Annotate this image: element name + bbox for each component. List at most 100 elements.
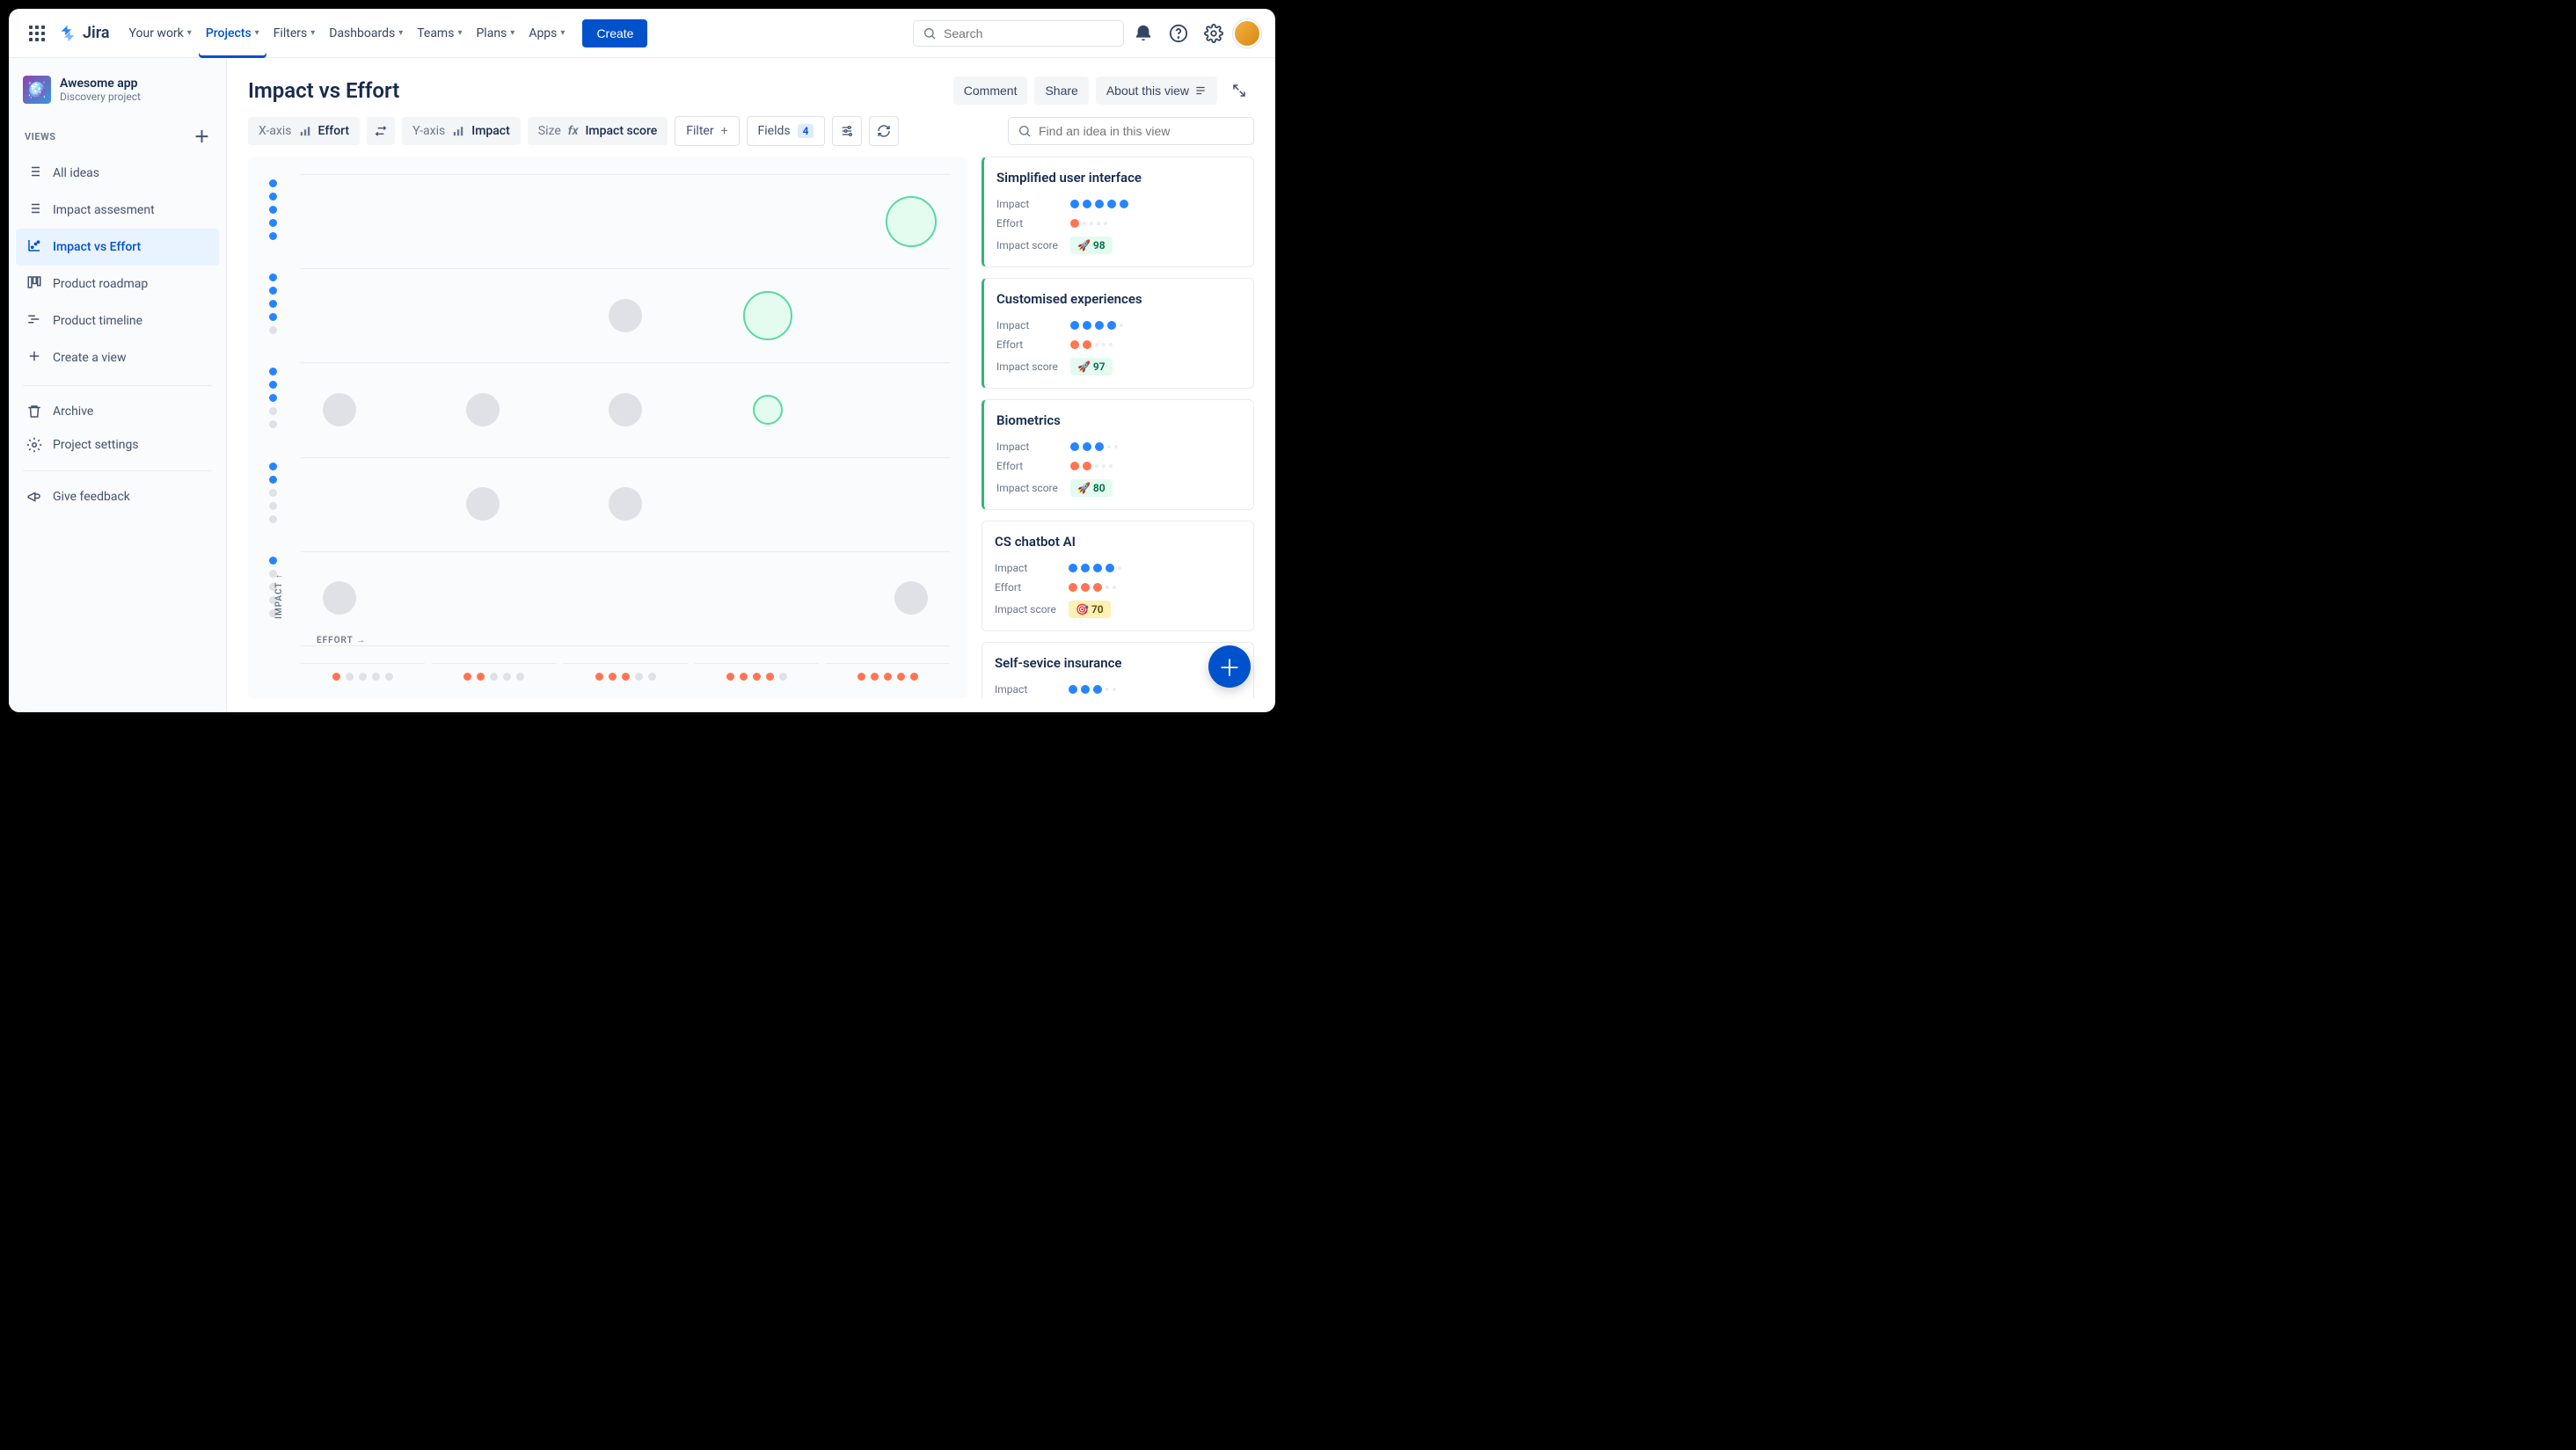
about-view-label: About this view: [1106, 84, 1189, 98]
refresh-icon: [877, 124, 891, 138]
list-icon: [26, 164, 42, 183]
impact-dots: [1069, 685, 1116, 694]
bars-icon: [452, 125, 464, 137]
idea-card[interactable]: Simplified user interfaceImpactEffortImp…: [982, 157, 1254, 267]
share-button[interactable]: Share: [1034, 77, 1088, 105]
chart-bubble[interactable]: [886, 196, 937, 247]
search-icon: [1018, 124, 1032, 138]
fullscreen-button[interactable]: [1224, 76, 1254, 106]
sidebar-feedback[interactable]: Give feedback: [16, 480, 219, 514]
views-heading: VIEWS: [25, 131, 56, 142]
create-button[interactable]: Create: [582, 19, 647, 47]
sidebar-item-impact-vs-effort[interactable]: Impact vs Effort: [16, 229, 219, 266]
nav-plans[interactable]: Plans▾: [469, 9, 522, 58]
comment-button[interactable]: Comment: [953, 77, 1028, 105]
x-axis-label: EFFORT: [317, 636, 353, 645]
sidebar-item-label: Archive: [53, 404, 93, 419]
avatar[interactable]: [1233, 19, 1261, 47]
chevron-down-icon: ▾: [398, 28, 403, 38]
impact-dots: [1070, 200, 1128, 208]
chevron-down-icon: ▾: [255, 28, 259, 38]
impact-dots: [1070, 442, 1118, 451]
chart-bubble[interactable]: [609, 393, 642, 426]
refresh-button[interactable]: [869, 116, 899, 146]
impact-score-chip: 🚀 97: [1070, 358, 1113, 375]
idea-card[interactable]: Customised experiencesImpactEffortImpact…: [982, 278, 1254, 389]
chart-bubble[interactable]: [323, 581, 356, 615]
about-view-button[interactable]: About this view: [1096, 77, 1217, 105]
chart-bubble[interactable]: [609, 487, 642, 521]
sidebar: 🪩 Awesome app Discovery project VIEWS ＋ …: [9, 58, 227, 712]
card-title: Self-sevice insurance: [995, 655, 1241, 671]
board-icon: [26, 274, 42, 294]
find-idea-input[interactable]: [1039, 124, 1244, 138]
card-title: Customised experiences: [996, 291, 1241, 307]
chart-bubble[interactable]: [743, 291, 792, 340]
sidebar-item-product-timeline[interactable]: Product timeline: [16, 302, 219, 339]
chart-bubble[interactable]: [466, 487, 500, 521]
nav-your-work[interactable]: Your work▾: [122, 9, 199, 58]
create-fab[interactable]: ＋: [1208, 645, 1251, 688]
size-chip[interactable]: Size fx Impact score: [528, 117, 668, 145]
idea-card[interactable]: CS chatbot AIImpactEffortImpact score🎯 7…: [982, 521, 1254, 631]
bars-icon: [299, 125, 311, 137]
sidebar-settings[interactable]: Project settings: [16, 428, 219, 462]
impact-dots: [1070, 321, 1123, 330]
nav-item-label: Teams: [417, 26, 454, 40]
search-icon: [923, 26, 937, 40]
fields-count-badge: 4: [798, 124, 814, 138]
nav-dashboards[interactable]: Dashboards▾: [322, 9, 410, 58]
nav-item-label: Apps: [529, 26, 557, 40]
main: Impact vs Effort Comment Share About thi…: [227, 58, 1275, 712]
effort-dots: [1069, 583, 1116, 592]
nav-apps[interactable]: Apps▾: [522, 9, 572, 58]
sidebar-item-all-ideas[interactable]: All ideas: [16, 155, 219, 192]
chart-bubble[interactable]: [753, 395, 783, 425]
configure-button[interactable]: [832, 116, 862, 146]
search-input[interactable]: [944, 26, 1114, 40]
settings-icon[interactable]: [1198, 18, 1230, 49]
impact-score-chip: 🎯 70: [1069, 601, 1111, 618]
yaxis-chip[interactable]: Y-axis Impact: [402, 117, 521, 145]
jira-logo[interactable]: Jira: [58, 24, 110, 43]
project-header[interactable]: 🪩 Awesome app Discovery project: [16, 72, 219, 118]
project-subtitle: Discovery project: [60, 91, 141, 103]
megaphone-icon: [26, 489, 42, 505]
xaxis-chip[interactable]: X-axis Effort: [248, 117, 360, 145]
idea-card[interactable]: BiometricsImpactEffortImpact score🚀 80: [982, 399, 1254, 510]
chart-bubble[interactable]: [609, 299, 642, 332]
expand-icon: [1231, 83, 1247, 98]
sidebar-item-create-a-view[interactable]: Create a view: [16, 339, 219, 376]
notifications-icon[interactable]: [1127, 18, 1159, 49]
find-idea-box[interactable]: [1008, 117, 1254, 145]
filter-chip[interactable]: Filter +: [675, 116, 739, 146]
fields-chip[interactable]: Fields 4: [747, 116, 826, 146]
swap-axes-button[interactable]: [367, 117, 395, 145]
sidebar-item-product-roadmap[interactable]: Product roadmap: [16, 266, 219, 302]
sidebar-item-impact-assesment[interactable]: Impact assesment: [16, 192, 219, 229]
sidebar-item-label: Impact vs Effort: [53, 240, 141, 254]
project-name: Awesome app: [60, 77, 141, 91]
chevron-down-icon: ▾: [310, 28, 315, 38]
nav-filters[interactable]: Filters▾: [266, 9, 323, 58]
matrix-chart[interactable]: IMPACT ↑ EFFORT →: [248, 157, 967, 698]
chart-bubble[interactable]: [894, 581, 928, 615]
nav-teams[interactable]: Teams▾: [410, 9, 469, 58]
app-switcher-icon[interactable]: [23, 19, 51, 47]
sidebar-item-label: Product roadmap: [53, 277, 148, 291]
nav-projects[interactable]: Projects▾: [199, 9, 266, 58]
chart-bubble[interactable]: [323, 393, 356, 426]
card-title: Simplified user interface: [996, 170, 1241, 186]
sidebar-archive[interactable]: Archive: [16, 395, 219, 428]
add-view-icon[interactable]: ＋: [194, 125, 211, 148]
chart-bubble[interactable]: [466, 393, 500, 426]
idea-cards-panel: Simplified user interfaceImpactEffortImp…: [982, 157, 1254, 698]
help-icon[interactable]: [1163, 18, 1194, 49]
list-icon: [26, 200, 42, 220]
card-title: Biometrics: [996, 412, 1241, 428]
global-search[interactable]: [913, 20, 1124, 47]
chevron-down-icon: ▾: [560, 28, 565, 38]
top-nav: Jira Your work▾Projects▾Filters▾Dashboar…: [9, 9, 1275, 58]
matrix-icon: [26, 237, 42, 257]
sidebar-item-label: All ideas: [53, 166, 99, 180]
